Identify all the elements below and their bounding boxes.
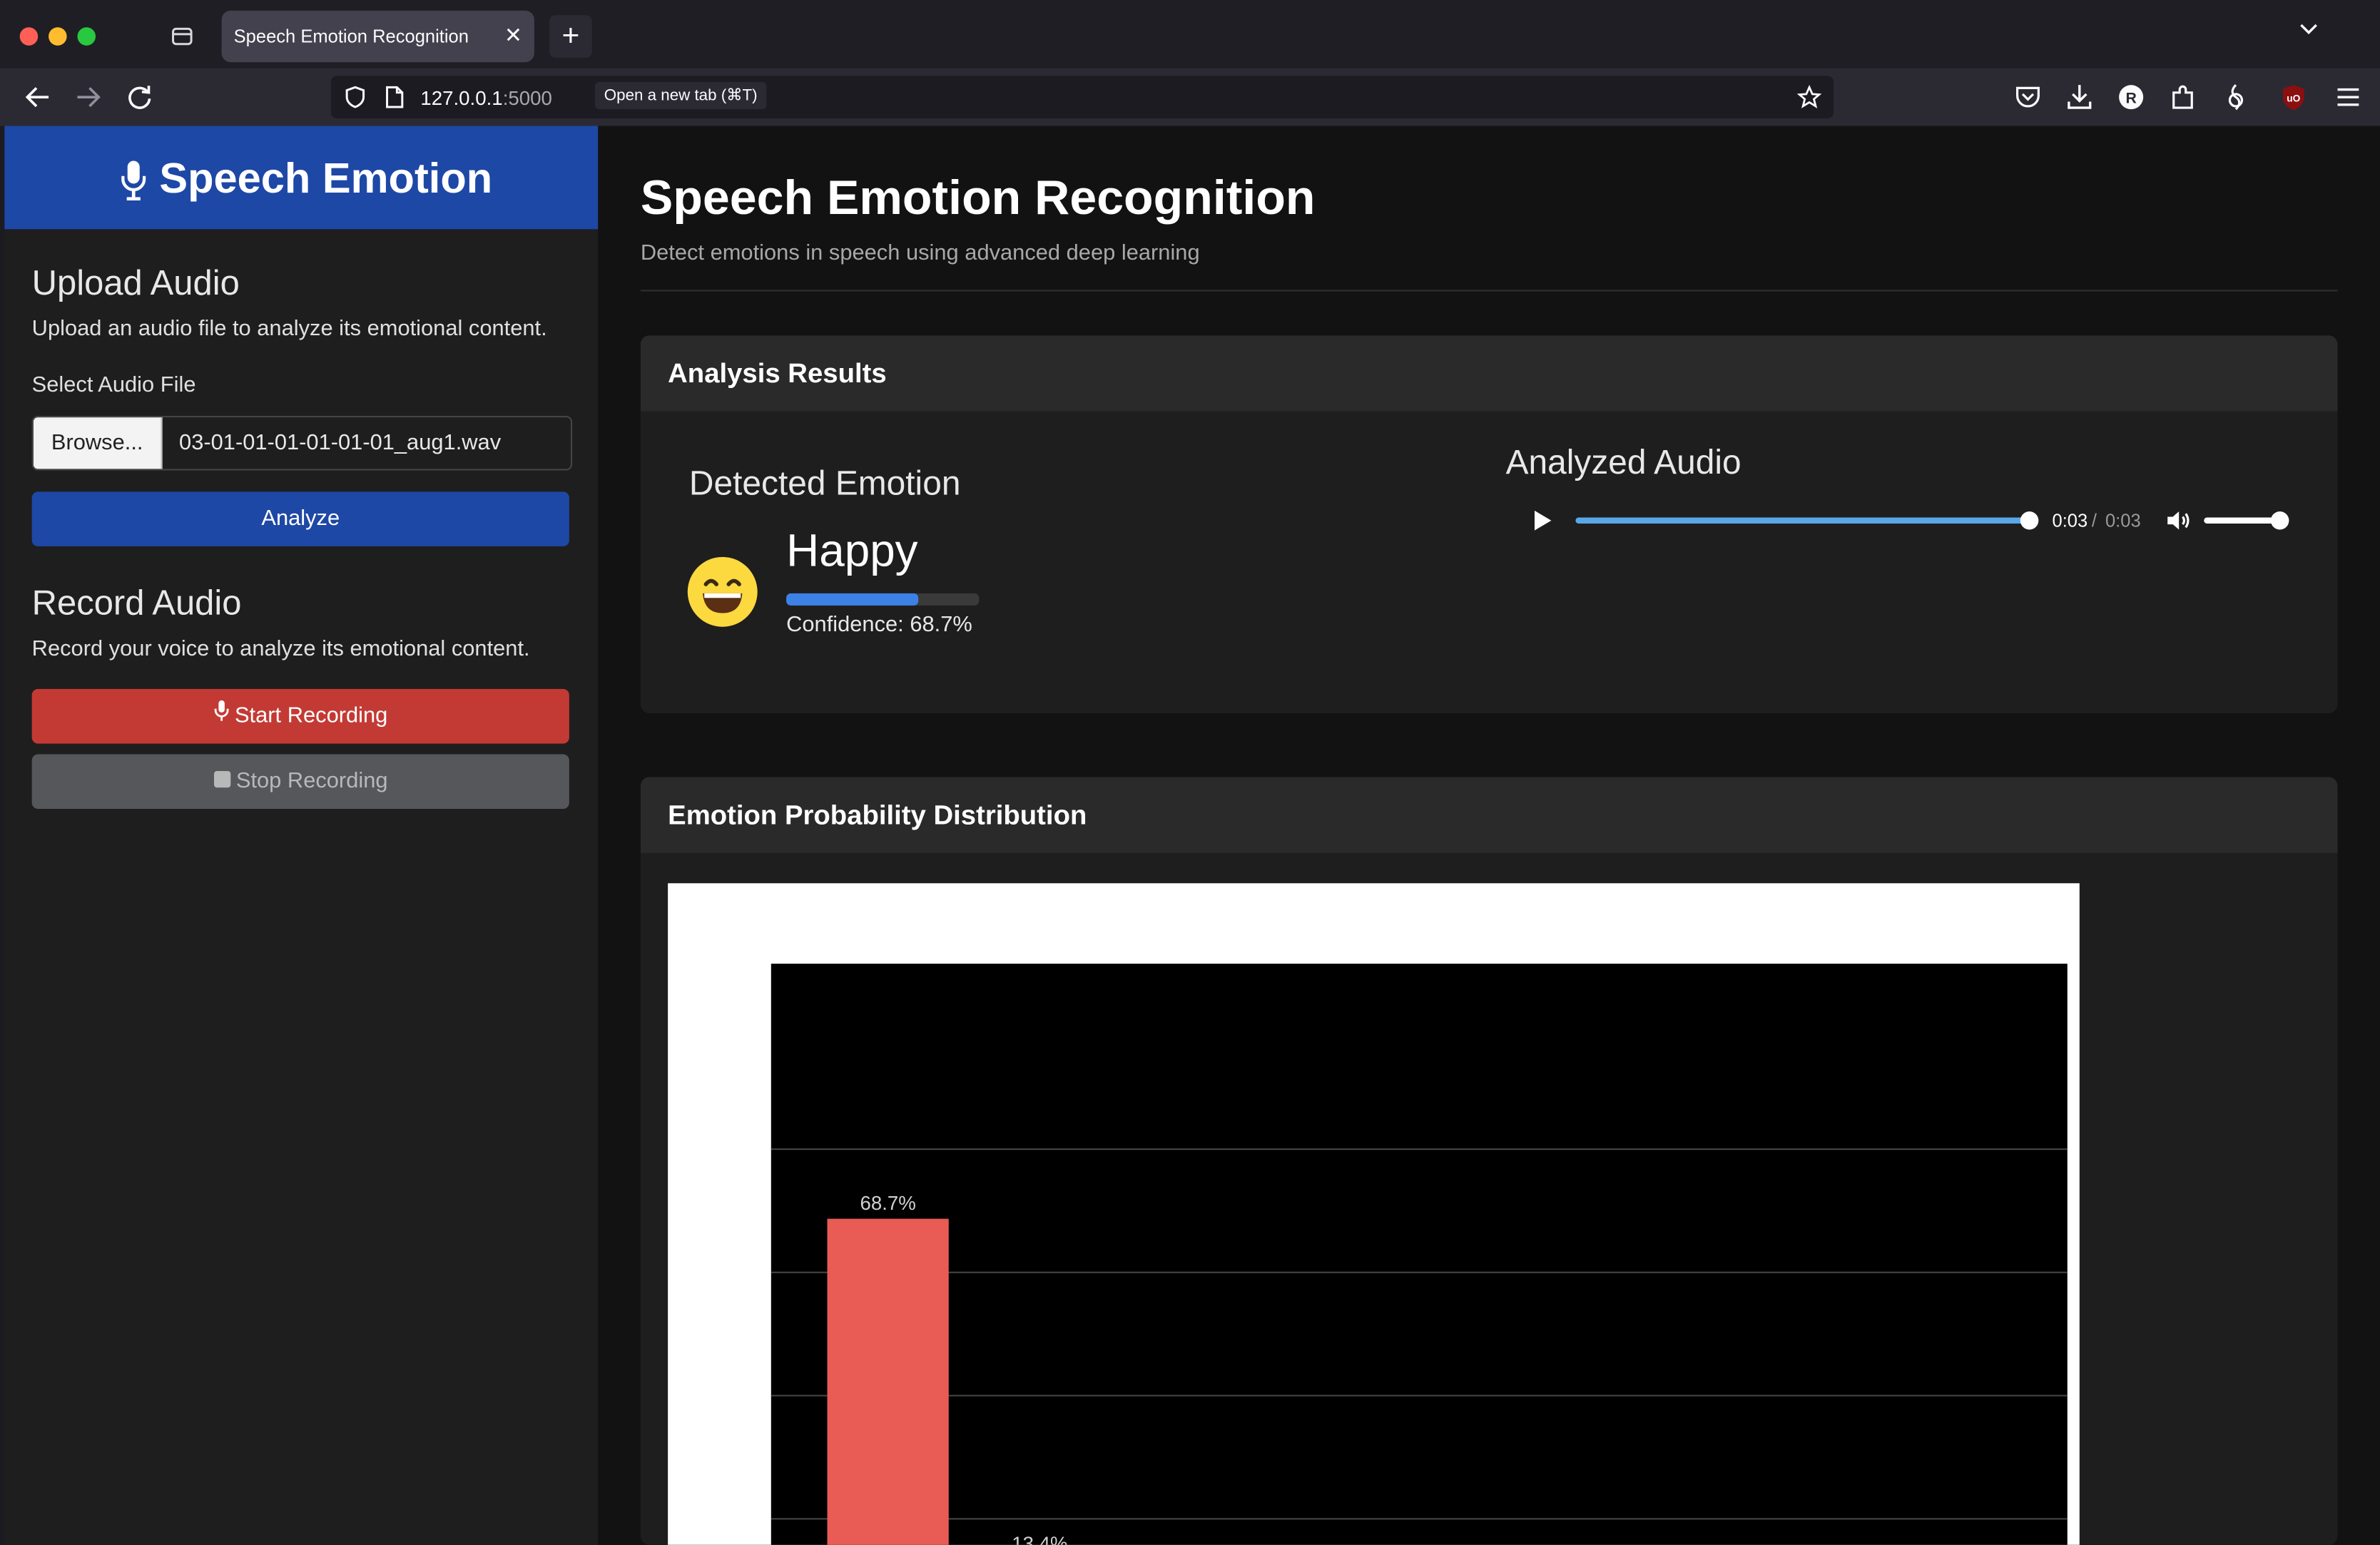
url-text: 127.0.0.1:5000	[420, 86, 552, 110]
upload-description: Upload an audio file to analyze its emot…	[31, 317, 547, 342]
record-description: Record your voice to analyze its emotion…	[31, 637, 530, 662]
file-input-label: Select Audio File	[31, 373, 196, 398]
time-separator: /	[2091, 509, 2097, 531]
browse-button[interactable]: Browse...	[33, 417, 163, 469]
confidence-bar	[786, 593, 980, 606]
close-window-button[interactable]	[19, 27, 39, 46]
bookmark-star-icon[interactable]	[1796, 84, 1822, 117]
tab-bar: Speech Emotion Recognition ✕ +	[0, 0, 2380, 68]
page-subtitle: Detect emotions in speech using advanced…	[640, 241, 1200, 266]
new-tab-tooltip: Open a new tab (⌘T)	[595, 81, 767, 110]
volume-handle[interactable]	[2270, 511, 2289, 530]
sidebar: Speech Emotion Upload Audio Upload an au…	[4, 126, 599, 1545]
minimize-window-button[interactable]	[49, 27, 67, 46]
selected-file-name: 03-01-01-01-01-01-01_aug1.wav	[179, 431, 502, 456]
file-input[interactable]: Browse... 03-01-01-01-01-01-01_aug1.wav	[31, 415, 573, 471]
browser-tab[interactable]: Speech Emotion Recognition ✕	[221, 10, 534, 63]
page-icon	[384, 85, 405, 117]
start-recording-label: Start Recording	[234, 704, 388, 729]
analysis-results-card: Analysis Results Detected Emotion Happy …	[640, 335, 2338, 713]
analyze-button[interactable]: Analyze	[31, 491, 569, 546]
confidence-text: Confidence: 68.7%	[786, 613, 972, 638]
divider	[640, 290, 2338, 292]
emotion-distribution-card: Emotion Probability Distribution 68.7% 13…	[640, 777, 2338, 1545]
start-recording-button[interactable]: Start Recording	[31, 688, 569, 744]
microphone-icon	[213, 689, 228, 744]
shield-icon[interactable]	[343, 85, 367, 117]
brand-header: Speech Emotion	[4, 126, 599, 230]
brand-title: Speech Emotion	[159, 155, 493, 202]
stop-recording-label: Stop Recording	[235, 769, 388, 794]
emotion-name: Happy	[786, 526, 918, 577]
main-content: Speech Emotion Recognition Detect emotio…	[598, 126, 2380, 1545]
svg-text:R: R	[2125, 90, 2136, 107]
stop-icon	[213, 755, 230, 810]
analyzed-audio-label: Analyzed Audio	[1505, 443, 1741, 481]
volume-slider[interactable]	[2204, 517, 2280, 524]
privacy-extension-icon[interactable]	[2219, 81, 2253, 114]
extensions-icon[interactable]	[2166, 81, 2200, 114]
account-avatar-icon[interactable]: R	[2115, 81, 2148, 114]
plot-area	[771, 964, 2068, 1545]
back-icon[interactable]	[21, 81, 55, 114]
menu-icon[interactable]	[2331, 81, 2365, 114]
volume-icon[interactable]	[2165, 507, 2192, 534]
stop-recording-button[interactable]: Stop Recording	[31, 754, 569, 810]
pocket-icon[interactable]	[2011, 81, 2045, 114]
bar-label-1: 13.4%	[1012, 1533, 1067, 1545]
emotion-chart-svg: 68.7% 13.4%	[771, 964, 2068, 1545]
downloads-icon[interactable]	[2063, 81, 2096, 114]
navigation-toolbar: 127.0.0.1:5000 Open a new tab (⌘T) R uO	[0, 68, 2380, 126]
current-time: 0:03	[2052, 509, 2088, 531]
microphone-icon	[120, 159, 147, 202]
list-tabs-icon[interactable]	[2298, 19, 2319, 47]
reload-icon[interactable]	[123, 81, 156, 114]
total-time: 0:03	[2105, 509, 2141, 531]
close-tab-icon[interactable]: ✕	[504, 23, 522, 47]
confidence-bar-fill	[786, 593, 919, 606]
bar-label-0: 68.7%	[860, 1192, 915, 1214]
card-title: Emotion Probability Distribution	[668, 800, 1087, 830]
zoom-window-button[interactable]	[77, 27, 96, 46]
record-heading: Record Audio	[31, 582, 242, 623]
tab-overview-icon[interactable]	[170, 24, 194, 49]
upload-heading: Upload Audio	[31, 262, 240, 302]
url-bar[interactable]: 127.0.0.1:5000 Open a new tab (⌘T)	[330, 76, 1834, 118]
seek-bar[interactable]	[1575, 517, 2025, 524]
new-tab-button[interactable]: +	[549, 15, 592, 58]
card-title: Analysis Results	[668, 358, 887, 389]
emotion-chart: 68.7% 13.4%	[668, 883, 2080, 1545]
tab-title: Speech Emotion Recognition	[233, 26, 469, 47]
bar-0	[827, 1218, 949, 1545]
audio-player: 0:03 / 0:03	[1506, 496, 2311, 545]
card-header: Emotion Probability Distribution	[640, 777, 2338, 853]
seek-handle[interactable]	[2020, 511, 2039, 530]
grinning-face-icon	[686, 556, 759, 636]
card-header: Analysis Results	[640, 335, 2338, 412]
page-title: Speech Emotion Recognition	[640, 170, 1316, 225]
forward-icon[interactable]	[71, 81, 105, 114]
svg-text:uO: uO	[2287, 93, 2300, 104]
detected-emotion-label: Detected Emotion	[688, 464, 961, 503]
ublock-icon[interactable]: uO	[2277, 81, 2310, 114]
play-icon[interactable]	[1530, 509, 1555, 533]
